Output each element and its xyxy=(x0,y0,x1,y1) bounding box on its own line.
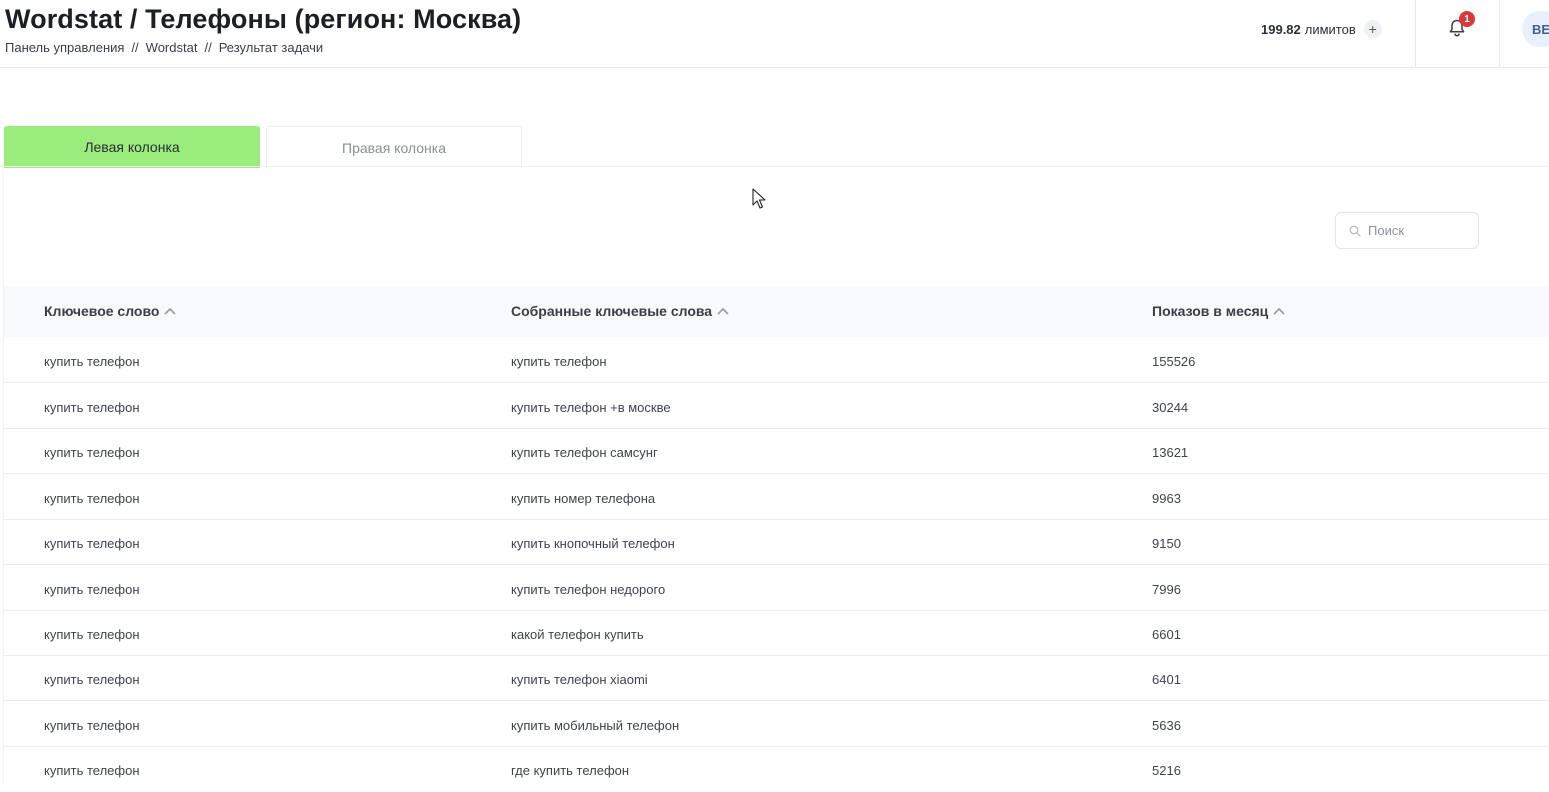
breadcrumb-item-dashboard[interactable]: Панель управления xyxy=(5,40,124,55)
cell-collected-keyword: купить телефон недорого xyxy=(511,582,666,597)
table-row[interactable]: купить телефон купить телефон +в москве … xyxy=(4,384,1549,429)
plus-icon: + xyxy=(1368,21,1377,37)
cell-keyword: купить телефон xyxy=(44,627,140,642)
header-divider xyxy=(1499,0,1500,68)
table-row[interactable]: купить телефон какой телефон купить 6601 xyxy=(4,611,1549,656)
sort-up-icon[interactable] xyxy=(1273,307,1285,315)
search-input[interactable] xyxy=(1368,223,1468,238)
cell-collected-keyword: где купить телефон xyxy=(511,763,630,778)
mouse-cursor-icon xyxy=(752,188,766,209)
cell-impressions: 9150 xyxy=(1152,536,1181,551)
cell-impressions: 5216 xyxy=(1152,763,1181,778)
breadcrumb-separator: // xyxy=(204,40,212,55)
cell-impressions: 155526 xyxy=(1152,354,1196,369)
cell-keyword: купить телефон xyxy=(44,582,140,597)
cell-keyword: купить телефон xyxy=(44,445,140,460)
column-header-label: Собранные ключевые слова xyxy=(511,303,713,319)
breadcrumb-item-task-result: Результат задачи xyxy=(218,40,324,55)
table-row[interactable]: купить телефон купить телефон 155526 xyxy=(4,338,1549,383)
cell-impressions: 9963 xyxy=(1152,491,1181,506)
table-row[interactable]: купить телефон купить кнопочный телефон … xyxy=(4,520,1549,565)
breadcrumb-item-wordstat[interactable]: Wordstat xyxy=(146,40,198,55)
sort-up-icon[interactable] xyxy=(164,307,176,315)
tab-left-column[interactable]: Левая колонка xyxy=(4,126,260,168)
cell-collected-keyword: купить мобильный телефон xyxy=(511,718,680,733)
cell-collected-keyword: купить кнопочный телефон xyxy=(511,536,675,551)
cell-keyword: купить телефон xyxy=(44,491,140,506)
add-limits-button[interactable]: + xyxy=(1363,20,1382,38)
sort-up-icon[interactable] xyxy=(717,307,729,315)
tab-right-column[interactable]: Правая колонка xyxy=(266,126,522,168)
cell-keyword: купить телефон xyxy=(44,354,140,369)
limits-label: лимитов xyxy=(1304,21,1356,37)
table-row[interactable]: купить телефон купить телефон xiaomi 640… xyxy=(4,656,1549,701)
breadcrumb: Панель управления // Wordstat // Результат з… xyxy=(5,40,323,55)
table-row[interactable]: купить телефон купить мобильный телефон … xyxy=(4,702,1549,747)
top-header: Wordstat / Телефоны (регион: Москва) Пан… xyxy=(0,0,1549,68)
table-header: Ключевое слово Собранные ключевые слова … xyxy=(4,286,1549,337)
cell-collected-keyword: купить телефон +в москве xyxy=(511,400,671,415)
table-row[interactable]: купить телефон где купить телефон 5216 xyxy=(4,747,1549,792)
cell-impressions: 6401 xyxy=(1152,672,1181,687)
cell-impressions: 7996 xyxy=(1152,582,1181,597)
cell-collected-keyword: купить телефон самсунг xyxy=(511,445,658,460)
search-box[interactable] xyxy=(1335,212,1479,249)
cell-keyword: купить телефон xyxy=(44,763,140,778)
cell-keyword: купить телефон xyxy=(44,718,140,733)
cell-impressions: 30244 xyxy=(1152,400,1189,415)
limits-value: 199.82 xyxy=(1261,21,1301,37)
column-header-keyword[interactable]: Ключевое слово xyxy=(44,303,176,319)
header-divider xyxy=(1415,0,1416,68)
column-header-label: Ключевое слово xyxy=(44,303,160,319)
cell-keyword: купить телефон xyxy=(44,536,140,551)
cell-collected-keyword: какой телефон купить xyxy=(511,627,644,642)
cell-collected-keyword: купить телефон xyxy=(511,354,607,369)
user-avatar[interactable]: BE xyxy=(1522,11,1549,47)
cell-keyword: купить телефон xyxy=(44,672,140,687)
cell-keyword: купить телефон xyxy=(44,400,140,415)
notification-badge: 1 xyxy=(1459,11,1475,27)
search-icon xyxy=(1349,225,1361,237)
table-row[interactable]: купить телефон купить номер телефона 996… xyxy=(4,475,1549,520)
table-row[interactable]: купить телефон купить телефон недорого 7… xyxy=(4,566,1549,611)
page-title: Wordstat / Телефоны (регион: Москва) xyxy=(5,4,522,34)
cell-impressions: 13621 xyxy=(1152,445,1189,460)
column-header-collected-keywords[interactable]: Собранные ключевые слова xyxy=(511,303,729,319)
table-row[interactable]: купить телефон купить телефон самсунг 13… xyxy=(4,429,1549,474)
breadcrumb-separator: // xyxy=(131,40,139,55)
column-header-label: Показов в месяц xyxy=(1152,303,1269,319)
column-header-monthly-impressions[interactable]: Показов в месяц xyxy=(1152,303,1285,319)
cell-impressions: 5636 xyxy=(1152,718,1181,733)
cell-collected-keyword: купить номер телефона xyxy=(511,491,656,506)
cell-impressions: 6601 xyxy=(1152,627,1181,642)
cell-collected-keyword: купить телефон xiaomi xyxy=(511,672,648,687)
limits-counter: 199.82 лимитов + xyxy=(1261,19,1382,39)
